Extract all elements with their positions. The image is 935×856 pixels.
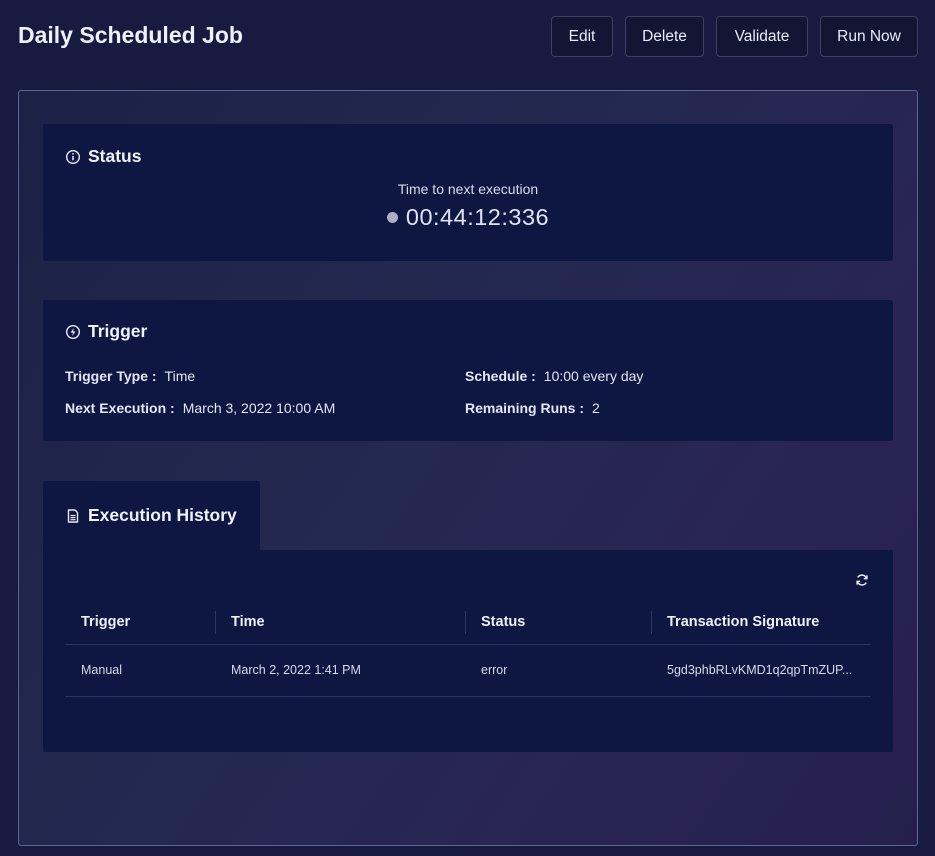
- cell-time: March 2, 2022 1:41 PM: [215, 644, 465, 697]
- tab-execution-history[interactable]: Execution History: [43, 481, 260, 551]
- table-header-row: Trigger Time Status Transaction Signatur…: [65, 601, 871, 645]
- validate-button[interactable]: Validate: [716, 16, 808, 57]
- schedule-value: 10:00 every day: [543, 368, 644, 384]
- column-header-time[interactable]: Time: [215, 601, 465, 645]
- page: Daily Scheduled Job Edit Delete Validate…: [0, 0, 935, 856]
- execution-history-table: Trigger Time Status Transaction Signatur…: [65, 601, 871, 697]
- countdown-value: 00:44:12:336: [405, 204, 550, 230]
- toolbar: Edit Delete Validate Run Now: [551, 16, 918, 57]
- edit-button[interactable]: Edit: [551, 16, 613, 57]
- cell-transaction-signature[interactable]: 5gd3phbRLvKMD1q2qpTmZUP...: [651, 644, 871, 697]
- table-row[interactable]: Manual March 2, 2022 1:41 PM error 5gd3p…: [65, 644, 871, 697]
- info-icon: [65, 149, 81, 165]
- schedule-field: Schedule : 10:00 every day: [465, 368, 643, 384]
- execution-history-title: Execution History: [65, 505, 237, 526]
- remaining-runs-label: Remaining Runs :: [465, 400, 585, 416]
- refresh-icon[interactable]: [854, 572, 870, 588]
- run-now-button[interactable]: Run Now: [820, 16, 918, 57]
- status-card: Status Time to next execution 00:44:12:3…: [43, 124, 893, 261]
- trigger-type-value: Time: [164, 368, 196, 384]
- status-card-title: Status: [65, 146, 141, 167]
- column-header-status[interactable]: Status: [465, 601, 651, 645]
- column-header-transaction-signature[interactable]: Transaction Signature: [651, 601, 871, 645]
- document-icon: [65, 508, 81, 524]
- next-execution-label: Time to next execution: [397, 181, 539, 197]
- trigger-type-field: Trigger Type : Time: [65, 368, 195, 384]
- trigger-card-title: Trigger: [65, 321, 147, 342]
- trigger-card: Trigger Trigger Type : Time Schedule : 10:…: [43, 300, 893, 441]
- page-title: Daily Scheduled Job: [18, 22, 243, 48]
- schedule-label: Schedule :: [465, 368, 536, 384]
- remaining-runs-value: 2: [592, 400, 600, 416]
- job-detail-panel: Status Time to next execution 00:44:12:3…: [18, 90, 918, 846]
- status-title: Status: [88, 146, 142, 166]
- countdown-timer: 00:44:12:336: [43, 204, 893, 231]
- remaining-runs-field: Remaining Runs : 2: [465, 400, 600, 416]
- trigger-title: Trigger: [88, 321, 148, 341]
- status-dot-icon: [386, 212, 398, 223]
- next-execution-field: Next Execution : March 3, 2022 10:00 AM: [65, 400, 335, 416]
- delete-button[interactable]: Delete: [625, 16, 704, 57]
- lightning-icon: [65, 324, 81, 340]
- cell-trigger: Manual: [65, 644, 215, 697]
- trigger-type-label: Trigger Type :: [65, 368, 157, 384]
- execution-history-card: Trigger Time Status Transaction Signatur…: [43, 550, 893, 752]
- next-execution-label: Next Execution :: [65, 400, 175, 416]
- cell-status: error: [465, 644, 651, 697]
- next-execution-value: March 3, 2022 10:00 AM: [182, 400, 336, 416]
- execution-history-label: Execution History: [88, 505, 237, 525]
- column-header-trigger[interactable]: Trigger: [65, 601, 215, 645]
